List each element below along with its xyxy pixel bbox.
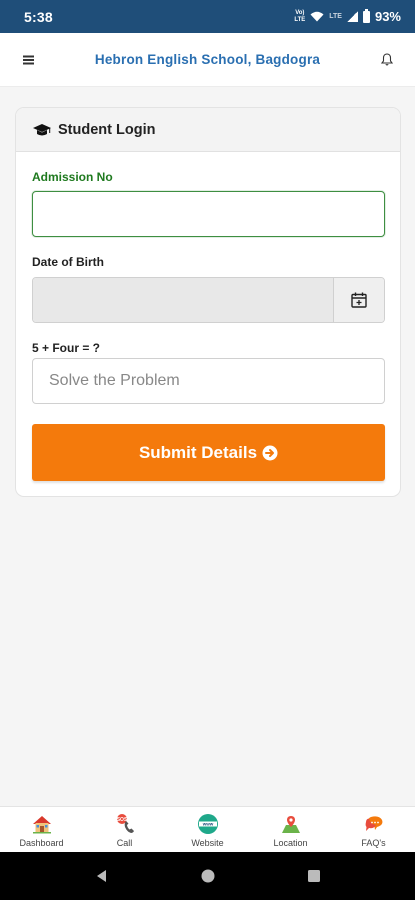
nav-label-dashboard: Dashboard xyxy=(19,838,64,848)
admission-no-label: Admission No xyxy=(32,170,113,184)
card-header: Student Login xyxy=(16,108,400,152)
nav-item-faqs[interactable]: FAQ's xyxy=(332,807,415,852)
lte-indicator: LTE xyxy=(329,13,342,20)
volte-indicator: Vo) LTE xyxy=(294,9,306,23)
student-login-card: Student Login Admission No Date of Birth… xyxy=(15,107,401,497)
back-icon[interactable] xyxy=(94,868,110,884)
wifi-icon xyxy=(310,11,324,22)
nav-label-call: Call xyxy=(116,838,133,848)
card-title: Student Login xyxy=(58,121,156,138)
bottom-navigation: Dashboard SOS Call www Website Location … xyxy=(0,806,415,852)
map-pin-icon xyxy=(280,813,302,835)
nav-label-website: Website xyxy=(191,838,224,848)
submit-details-button[interactable]: Submit Details xyxy=(32,424,385,481)
date-of-birth-label: Date of Birth xyxy=(32,255,104,269)
submit-button-label: Submit Details xyxy=(138,442,258,462)
date-of-birth-field xyxy=(32,277,385,323)
svg-text:www: www xyxy=(201,822,213,827)
nav-item-website[interactable]: www Website xyxy=(166,807,249,852)
status-time: 5:38 xyxy=(24,8,53,25)
bell-icon[interactable] xyxy=(359,33,415,87)
signal-icon xyxy=(346,11,358,22)
admission-no-input[interactable] xyxy=(32,191,385,237)
graduation-cap-icon xyxy=(32,123,52,137)
captcha-answer-input[interactable] xyxy=(32,358,385,404)
status-icons: Vo) LTE LTE 93% xyxy=(294,8,401,24)
house-icon xyxy=(31,813,53,835)
recents-icon[interactable] xyxy=(306,868,322,884)
chat-bubble-icon xyxy=(363,813,385,835)
calendar-plus-icon[interactable] xyxy=(333,278,384,322)
nav-label-faqs: FAQ's xyxy=(361,838,386,848)
battery-percent: 93% xyxy=(374,9,401,24)
status-bar: 5:38 Vo) LTE LTE 93% xyxy=(0,0,415,33)
nav-label-location: Location xyxy=(273,838,308,848)
date-of-birth-input[interactable] xyxy=(33,278,333,322)
captcha-question-label: 5 + Four = ? xyxy=(32,341,101,355)
home-icon[interactable] xyxy=(200,868,216,884)
battery-icon xyxy=(362,8,370,23)
nav-item-call[interactable]: SOS Call xyxy=(83,807,166,852)
nav-item-dashboard[interactable]: Dashboard xyxy=(0,807,83,852)
www-globe-icon: www xyxy=(197,813,219,835)
page-title: Hebron English School, Bagdogra xyxy=(94,52,321,67)
system-navigation-bar xyxy=(0,852,415,900)
phone-icon: SOS xyxy=(114,813,136,835)
arrow-circle-right-icon xyxy=(262,445,278,460)
app-header: Hebron English School, Bagdogra xyxy=(0,33,415,87)
nav-item-location[interactable]: Location xyxy=(249,807,332,852)
hamburger-menu-icon[interactable] xyxy=(0,33,56,87)
